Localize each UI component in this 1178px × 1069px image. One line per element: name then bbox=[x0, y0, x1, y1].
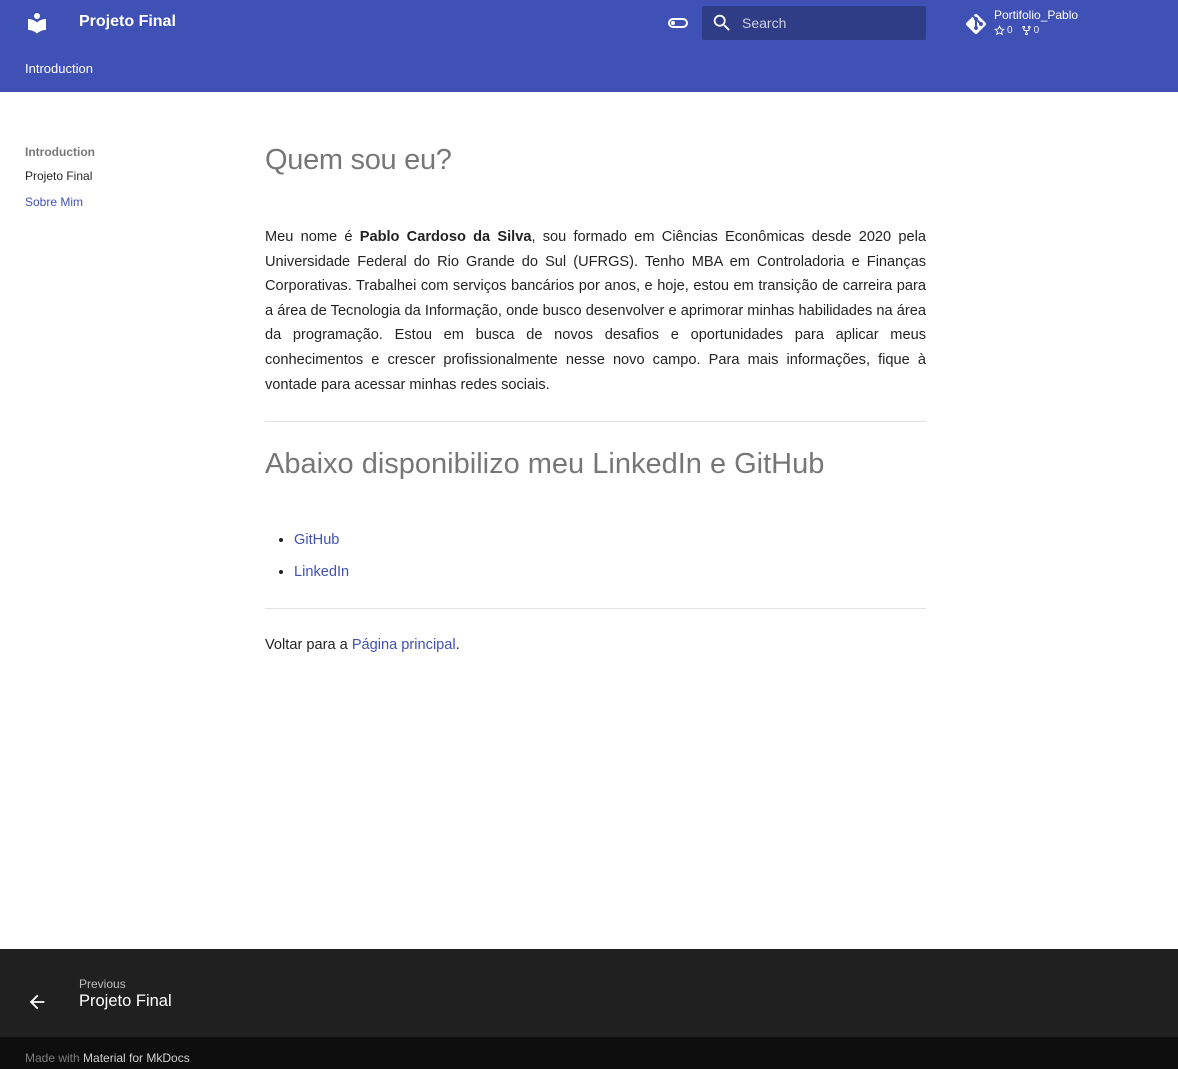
list-item: GitHub bbox=[294, 524, 926, 556]
previous-title: Projeto Final bbox=[79, 992, 172, 1010]
git-icon bbox=[966, 14, 986, 34]
github-link[interactable]: GitHub bbox=[294, 532, 339, 548]
mkdocs-material-link[interactable]: Material for MkDocs bbox=[83, 1051, 190, 1065]
search-icon bbox=[713, 14, 730, 31]
intro-name: Pablo Cardoso da Silva bbox=[359, 229, 532, 245]
divider bbox=[265, 421, 926, 423]
site-title: Projeto Final bbox=[79, 13, 176, 30]
repo-link[interactable]: Portifolio_Pablo 0 0 bbox=[964, 6, 1154, 40]
book-open-icon[interactable] bbox=[25, 11, 49, 35]
sidebar-section-title: Introduction bbox=[25, 145, 95, 159]
divider bbox=[265, 608, 926, 610]
search-input[interactable] bbox=[742, 6, 922, 40]
tabs-bar: Introduction bbox=[0, 46, 1178, 92]
repo-forks-count: 0 bbox=[1033, 25, 1040, 36]
footer-meta: Made with Material for MkDocs bbox=[0, 1037, 1178, 1069]
linkedin-link[interactable]: LinkedIn bbox=[294, 564, 349, 580]
repo-facts: 0 0 bbox=[994, 25, 1039, 36]
list-item: LinkedIn bbox=[294, 556, 926, 588]
previous-label: Previous bbox=[79, 977, 126, 991]
home-link[interactable]: Página principal bbox=[352, 637, 456, 653]
header: Projeto Final Portifolio_Pablo 0 0 bbox=[0, 0, 1178, 46]
repo-forks: 0 bbox=[1021, 25, 1040, 36]
arrow-left-icon bbox=[29, 994, 45, 1010]
page-title: Quem sou eu? bbox=[265, 144, 452, 176]
sidebar-item-sobre-mim[interactable]: Sobre Mim bbox=[25, 189, 225, 215]
main-content: Quem sou eu? Meu nome é Pablo Cardoso da… bbox=[265, 140, 926, 657]
section-title: Abaixo disponibilizo meu LinkedIn e GitH… bbox=[265, 448, 825, 481]
star-icon bbox=[994, 25, 1005, 36]
repo-name: Portifolio_Pablo bbox=[994, 8, 1079, 22]
back-paragraph: Voltar para a Página principal. bbox=[265, 633, 926, 657]
intro-suffix: , sou formado em Ciências Econômicas des… bbox=[265, 229, 926, 393]
intro-paragraph: Meu nome é Pablo Cardoso da Silva, sou f… bbox=[265, 225, 926, 397]
made-with-prefix: Made with bbox=[25, 1051, 84, 1065]
repo-stars: 0 bbox=[994, 25, 1013, 36]
made-with: Made with Material for MkDocs bbox=[25, 1051, 190, 1065]
tab-introduction[interactable]: Introduction bbox=[25, 61, 93, 76]
search-box[interactable] bbox=[702, 6, 926, 40]
back-suffix: . bbox=[455, 637, 460, 654]
intro-prefix: Meu nome é bbox=[265, 229, 360, 245]
social-links-list: GitHub LinkedIn bbox=[265, 524, 926, 588]
sidebar: Introduction Projeto Final Sobre Mim bbox=[25, 143, 225, 215]
fork-icon bbox=[1021, 25, 1031, 36]
back-prefix: Voltar para a bbox=[265, 637, 352, 654]
sidebar-item-projeto-final[interactable]: Projeto Final bbox=[25, 163, 225, 189]
toggle-icon[interactable] bbox=[666, 11, 690, 35]
repo-stars-count: 0 bbox=[1007, 25, 1013, 36]
previous-page-link[interactable]: Previous Projeto Final bbox=[25, 949, 325, 1037]
footer-nav: Previous Projeto Final bbox=[0, 949, 1178, 1037]
